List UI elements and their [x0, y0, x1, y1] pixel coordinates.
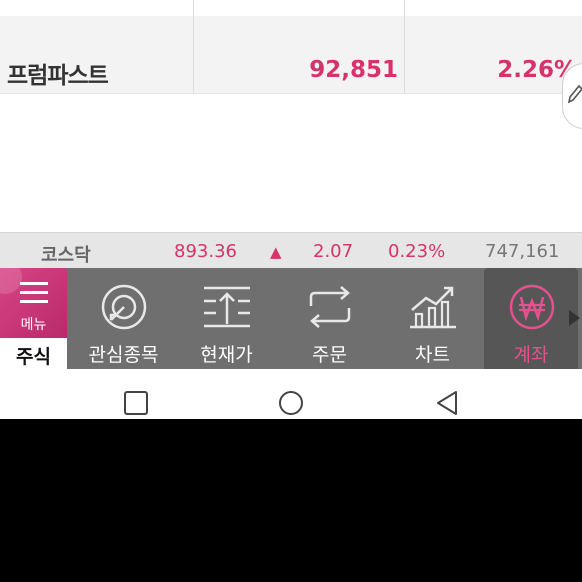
won-icon [509, 284, 555, 330]
hamburger-icon [20, 282, 48, 303]
stock-row[interactable]: 프럼파스트 92,851 2.26% [0, 16, 582, 94]
stock-price: 92,851 [309, 57, 398, 83]
stock-tab[interactable]: 주식 [0, 338, 67, 369]
column-divider [404, 0, 405, 93]
index-value: 893.36 [174, 241, 237, 262]
current-price-icon [204, 286, 250, 328]
index-change: 2.07 [313, 241, 354, 262]
stock-tab-label: 주식 [16, 346, 51, 368]
up-arrow-icon: ▲ [270, 243, 282, 261]
home-icon[interactable] [278, 390, 304, 416]
nav-item-current-price[interactable]: 현재가 [175, 268, 278, 369]
scroll-right-icon[interactable] [569, 310, 580, 326]
nav-item-watchlist[interactable]: 관심종목 [72, 268, 175, 369]
column-divider [193, 0, 194, 93]
menu-button[interactable]: 메뉴 [0, 268, 67, 338]
order-icon [309, 286, 351, 328]
menu-label: 메뉴 [20, 317, 47, 333]
nav-item-chart[interactable]: 차트 [381, 268, 484, 369]
system-navigation-bar [0, 369, 582, 419]
index-change-rate: 0.23% [388, 241, 446, 262]
index-ticker[interactable]: 코스닥 893.36 ▲ 2.07 0.23% 747,161 [0, 232, 582, 269]
watchlist-icon [101, 284, 147, 330]
nav-label-account: 계좌 [513, 344, 549, 366]
pencil-icon [568, 84, 582, 104]
menu-decoration [0, 268, 22, 294]
list-top-strip [0, 0, 582, 16]
chart-icon [410, 286, 456, 329]
nav-label-current-price: 현재가 [200, 344, 253, 366]
nav-label-chart: 차트 [415, 344, 450, 366]
nav-item-account[interactable]: 계좌 [484, 268, 578, 369]
app-screen: 프럼파스트 92,851 2.26% 코스닥 893.36 ▲ 2.07 0.2… [0, 0, 582, 419]
back-icon[interactable] [434, 390, 460, 416]
index-name: 코스닥 [41, 245, 91, 266]
edit-button[interactable] [562, 63, 582, 129]
nav-item-order[interactable]: 주문 [278, 268, 381, 369]
recent-apps-icon[interactable] [123, 390, 149, 416]
bottom-navigation: 메뉴 주식 관심종목 현재가 주문 차트 계좌 [0, 268, 582, 369]
nav-label-order: 주문 [312, 344, 347, 366]
index-volume: 747,161 [485, 241, 560, 262]
nav-label-watchlist: 관심종목 [88, 344, 159, 366]
stock-name: 프럼파스트 [7, 63, 109, 89]
